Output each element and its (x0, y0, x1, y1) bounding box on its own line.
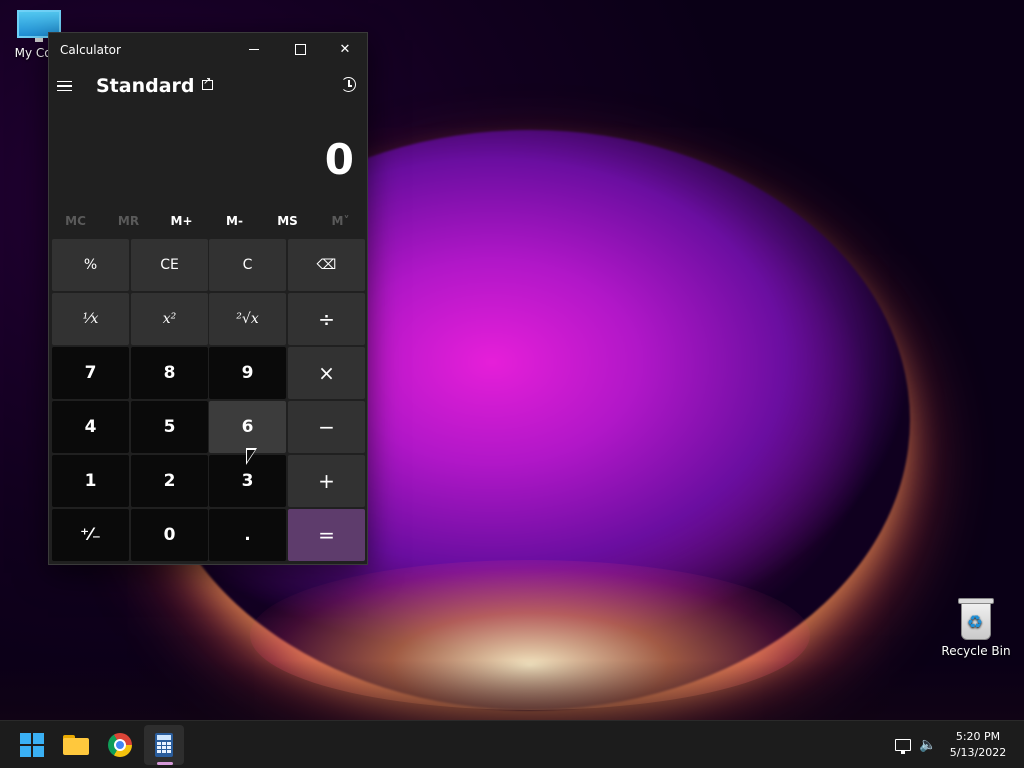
taskbar-chrome[interactable] (100, 725, 140, 765)
close-icon: ✕ (339, 42, 351, 57)
digit-1-button[interactable]: 1 (52, 455, 129, 507)
taskbar-file-explorer[interactable] (56, 725, 96, 765)
memory-store-button[interactable]: MS (261, 209, 314, 233)
memory-subtract-button[interactable]: M- (208, 209, 261, 233)
taskbar-calculator[interactable] (144, 725, 184, 765)
clock[interactable]: 5:20 PM 5/13/2022 (946, 729, 1010, 761)
taskbar: 🔈 5:20 PM 5/13/2022 (0, 720, 1024, 768)
maximize-button[interactable] (277, 33, 323, 66)
start-icon (20, 733, 44, 757)
recycle-bin-icon: ♻ (958, 598, 994, 640)
memory-clear-button[interactable]: MC (49, 209, 102, 233)
title-bar[interactable]: Calculator ✕ (49, 33, 367, 66)
calculator-header: Standard ↗ (49, 66, 367, 106)
add-button[interactable]: + (288, 455, 365, 507)
chrome-icon (108, 733, 132, 757)
negate-button[interactable]: ⁺⁄₋ (52, 509, 129, 561)
memory-list-button[interactable]: M˅ (314, 209, 367, 233)
digit-2-button[interactable]: 2 (131, 455, 208, 507)
memory-recall-button[interactable]: MR (102, 209, 155, 233)
mode-title: Standard (96, 75, 195, 97)
start-button[interactable] (12, 725, 52, 765)
digit-9-button[interactable]: 9 (209, 347, 286, 399)
percent-button[interactable]: % (52, 239, 129, 291)
divide-button[interactable]: ÷ (288, 293, 365, 345)
reciprocal-button[interactable]: ¹⁄x (52, 293, 129, 345)
square-root-button[interactable]: ²√x (209, 293, 286, 345)
file-explorer-icon (63, 735, 89, 755)
clock-time: 5:20 PM (955, 730, 1001, 743)
equals-button[interactable]: = (288, 509, 365, 561)
backspace-button[interactable]: ⌫ (288, 239, 365, 291)
menu-icon[interactable] (57, 70, 81, 102)
history-icon[interactable] (339, 75, 359, 95)
active-app-indicator (157, 762, 173, 765)
digit-6-button[interactable]: 6 (209, 401, 286, 453)
digit-0-button[interactable]: 0 (131, 509, 208, 561)
network-icon[interactable] (893, 735, 913, 755)
clear-entry-button[interactable]: CE (131, 239, 208, 291)
memory-row: MC MR M+ M- MS M˅ (49, 209, 367, 233)
clear-button[interactable]: C (209, 239, 286, 291)
desktop-icon-label: Recycle Bin (941, 644, 1011, 658)
desktop-icon-recycle-bin[interactable]: ♻ Recycle Bin (940, 598, 1012, 658)
decimal-button[interactable]: . (209, 509, 286, 561)
square-button[interactable]: x² (131, 293, 208, 345)
digit-4-button[interactable]: 4 (52, 401, 129, 453)
subtract-button[interactable]: − (288, 401, 365, 453)
volume-icon[interactable]: 🔈 (918, 735, 938, 755)
multiply-button[interactable]: × (288, 347, 365, 399)
result-display: 0 (324, 135, 354, 184)
minimize-button[interactable] (231, 33, 277, 66)
window-title: Calculator (60, 43, 121, 57)
wallpaper-shade (0, 660, 1024, 720)
memory-add-button[interactable]: M+ (155, 209, 208, 233)
digit-5-button[interactable]: 5 (131, 401, 208, 453)
close-button[interactable]: ✕ (322, 33, 368, 66)
keep-on-top-icon[interactable]: ↗ (199, 76, 217, 93)
clock-date: 5/13/2022 (949, 746, 1007, 759)
calculator-window: Calculator ✕ Standard ↗ 0 MC MR M+ M- MS… (48, 32, 368, 565)
digit-8-button[interactable]: 8 (131, 347, 208, 399)
calculator-icon (155, 733, 173, 757)
digit-7-button[interactable]: 7 (52, 347, 129, 399)
